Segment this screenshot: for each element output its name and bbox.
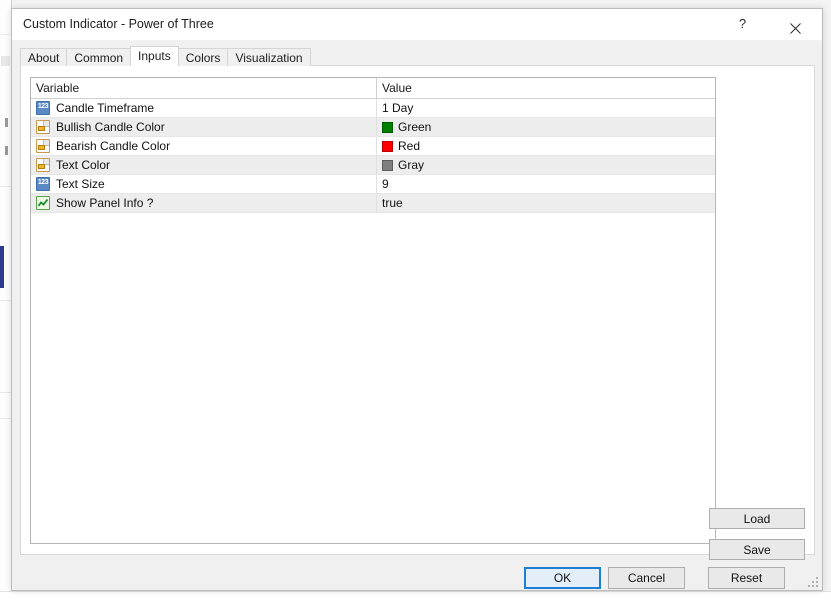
row-variable-label: Text Size [56, 178, 105, 190]
row-variable-label: Candle Timeframe [56, 102, 154, 114]
row-value-label: 1 Day [382, 102, 413, 114]
row-value-cell[interactable]: Gray [376, 156, 715, 174]
row-value-cell[interactable]: 9 [376, 175, 715, 193]
tab-common[interactable]: Common [66, 48, 131, 66]
title-bar: Custom Indicator - Power of Three ? [12, 9, 822, 41]
reset-button[interactable]: Reset [708, 567, 785, 589]
close-button[interactable] [773, 9, 818, 39]
integer-input-icon: 123 [36, 101, 50, 115]
ok-button[interactable]: OK [524, 567, 601, 589]
row-variable-cell[interactable]: Show Panel Info ? [31, 196, 376, 210]
table-row[interactable]: 123 Candle Timeframe 1 Day [31, 99, 715, 118]
row-variable-label: Text Color [56, 159, 110, 171]
inputs-grid[interactable]: Variable Value 123 Candle Timeframe 1 Da… [30, 77, 716, 544]
table-row[interactable]: 123 Text Size 9 [31, 175, 715, 194]
color-input-icon-bar [38, 145, 45, 150]
boolean-input-icon-glyph [38, 198, 48, 208]
resize-grip[interactable] [808, 577, 819, 588]
row-value-cell[interactable]: Red [376, 137, 715, 155]
color-swatch-green [382, 122, 393, 133]
help-icon: ? [739, 16, 746, 31]
row-value-cell[interactable]: Green [376, 118, 715, 136]
background-decor-block [1, 56, 10, 66]
row-value-label: Gray [398, 159, 424, 171]
row-variable-label: Bearish Candle Color [56, 140, 170, 152]
color-input-icon [36, 139, 50, 153]
table-row[interactable]: Bearish Candle Color Red [31, 137, 715, 156]
grid-header-variable[interactable]: Variable [31, 82, 376, 94]
background-decor-divider-4 [0, 418, 11, 419]
color-input-icon [36, 158, 50, 172]
grid-header-row: Variable Value [31, 78, 715, 99]
row-variable-label: Show Panel Info ? [56, 197, 153, 209]
tab-colors[interactable]: Colors [178, 48, 229, 66]
background-decor-divider-3 [0, 392, 11, 393]
tab-visualization[interactable]: Visualization [227, 48, 310, 66]
cancel-button[interactable]: Cancel [608, 567, 685, 589]
row-variable-label: Bullish Candle Color [56, 121, 165, 133]
color-swatch-red [382, 141, 393, 152]
integer-input-icon-glyph: 123 [37, 179, 49, 186]
dialog-title: Custom Indicator - Power of Three [23, 17, 214, 31]
row-value-label: true [382, 197, 403, 209]
row-variable-cell[interactable]: Bearish Candle Color [31, 139, 376, 153]
row-variable-cell[interactable]: Bullish Candle Color [31, 120, 376, 134]
background-decor-mark-b [5, 146, 8, 155]
dialog-footer: OK Cancel Reset [12, 555, 822, 591]
row-value-cell[interactable]: 1 Day [376, 99, 715, 117]
row-value-label: 9 [382, 178, 389, 190]
help-button[interactable]: ? [720, 9, 765, 39]
tab-inputs[interactable]: Inputs [130, 46, 179, 66]
boolean-input-icon [36, 196, 50, 210]
table-row[interactable]: Show Panel Info ? true [31, 194, 715, 213]
load-button[interactable]: Load [709, 508, 805, 529]
integer-input-icon-glyph: 123 [37, 103, 49, 110]
grid-header-value[interactable]: Value [376, 78, 715, 98]
background-selection-bar [0, 246, 4, 288]
row-value-label: Red [398, 140, 420, 152]
grid-header-variable-label: Variable [36, 82, 79, 94]
background-decor-line [2, 34, 9, 35]
inputs-tab-panel: Variable Value 123 Candle Timeframe 1 Da… [20, 65, 815, 555]
grid-header-value-label: Value [382, 82, 412, 94]
row-variable-cell[interactable]: Text Color [31, 158, 376, 172]
row-value-label: Green [398, 121, 431, 133]
background-decor-divider [0, 186, 11, 187]
row-variable-cell[interactable]: 123 Text Size [31, 177, 376, 191]
color-input-icon-bar [38, 164, 45, 169]
tab-strip: About Common Inputs Colors Visualization [20, 46, 310, 66]
row-variable-cell[interactable]: 123 Candle Timeframe [31, 101, 376, 115]
color-input-icon-bar [38, 126, 45, 131]
table-row[interactable]: Bullish Candle Color Green [31, 118, 715, 137]
integer-input-icon: 123 [36, 177, 50, 191]
color-swatch-gray [382, 160, 393, 171]
color-input-icon [36, 120, 50, 134]
background-decor-divider-2 [0, 300, 11, 301]
custom-indicator-dialog: Custom Indicator - Power of Three ? Abou… [11, 8, 823, 591]
table-row[interactable]: Text Color Gray [31, 156, 715, 175]
background-decor-mark-a [5, 118, 8, 127]
tab-about[interactable]: About [20, 48, 67, 66]
close-icon [790, 23, 801, 34]
row-value-cell[interactable]: true [376, 194, 715, 212]
